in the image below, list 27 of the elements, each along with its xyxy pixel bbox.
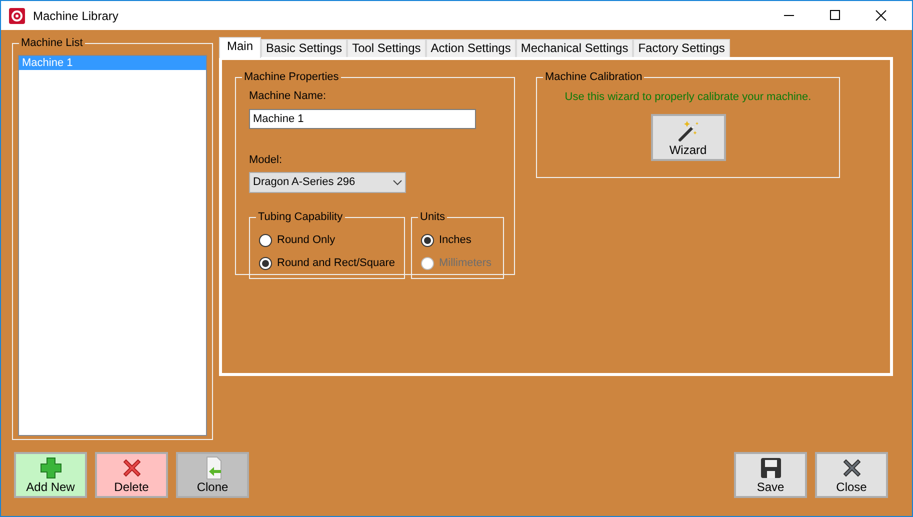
instruction-text: Use this wizard to properly calibrate your machine. — [564, 90, 812, 105]
tab[interactable]: Mechanical Settings — [516, 39, 634, 57]
add-button[interactable]: Add New — [14, 452, 87, 498]
save-button[interactable]: Save — [734, 452, 807, 498]
tab[interactable]: Tool Settings — [347, 39, 426, 57]
tab[interactable]: Basic Settings — [261, 39, 348, 57]
wizard-button[interactable]: Wizard — [650, 114, 726, 160]
name-field[interactable]: Machine 1 — [249, 108, 476, 128]
clone-button[interactable]: Clone — [176, 452, 249, 498]
group-title: Tubing Capability — [256, 210, 345, 224]
tab[interactable]: Main — [219, 37, 262, 58]
tab[interactable]: Action Settings — [426, 39, 516, 57]
radio-option[interactable]: Round Only — [259, 229, 404, 252]
field-label: Model: — [249, 152, 284, 168]
delete-button[interactable]: Delete — [95, 452, 168, 498]
window-title: Machine Library — [33, 8, 118, 24]
radio-label: Millimeters — [439, 256, 492, 272]
radio-label: Round and Rect/Square — [277, 256, 396, 272]
radio-option[interactable]: Round and Rect/Square — [259, 252, 404, 275]
model-dropdown[interactable]: Dragon A-Series 296 — [249, 172, 406, 193]
radio-label: Round Only — [277, 233, 336, 248]
group-title: Machine Properties — [242, 70, 341, 84]
field-label: Machine Name: — [249, 89, 328, 104]
tab[interactable]: Factory Settings — [633, 39, 730, 57]
radio-option[interactable]: Inches — [421, 229, 503, 252]
close-button[interactable]: Close — [815, 452, 888, 498]
radio-label: Inches — [439, 233, 472, 248]
